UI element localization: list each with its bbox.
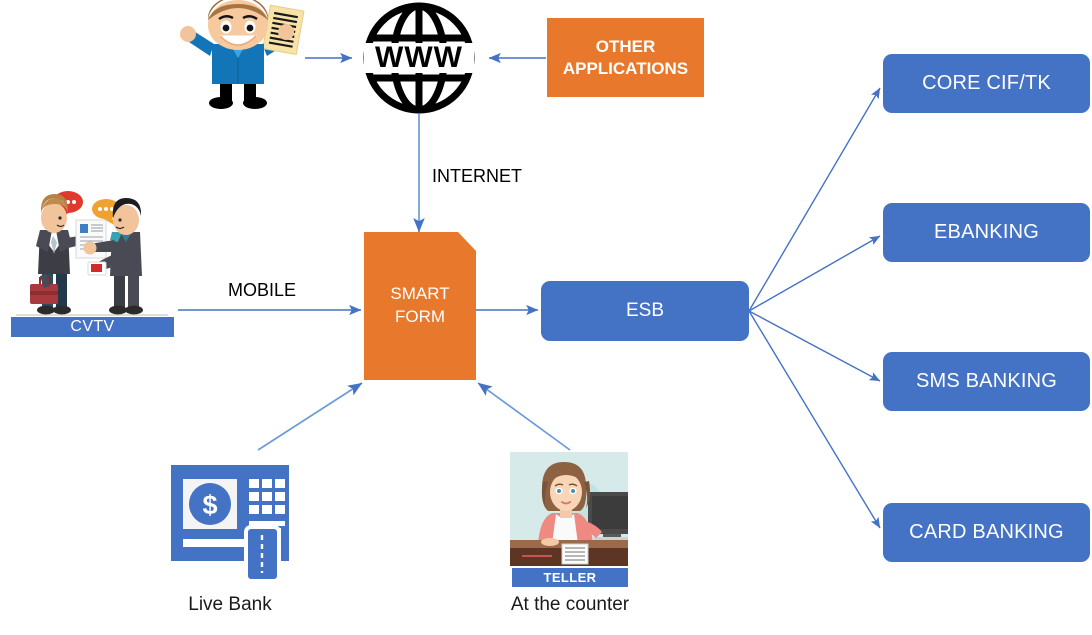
node-sms-banking[interactable]: SMS BANKING	[883, 352, 1090, 411]
cvtv-agents-illustration	[14, 182, 170, 318]
other-applications-line2: APPLICATIONS	[562, 58, 689, 78]
diagram-canvas: WWW OTHER APPLICATIONS INTERNET MOBILE C…	[0, 0, 1092, 635]
node-card-banking[interactable]: CARD BANKING	[883, 503, 1090, 562]
esb-label: ESB	[625, 300, 665, 322]
connector-esb-to-ebanking	[748, 235, 881, 312]
connector-esb-to-core	[748, 87, 881, 312]
edge-label-internet: INTERNET	[432, 166, 522, 186]
ebanking-label: EBANKING	[934, 221, 1039, 243]
node-ebanking[interactable]: EBANKING	[883, 203, 1090, 262]
teller-badge-label: TELLER	[543, 570, 597, 585]
smart-form-label: SMART FORM	[390, 283, 449, 329]
node-esb[interactable]: ESB	[541, 281, 749, 341]
sms-banking-label: SMS BANKING	[915, 370, 1058, 392]
customer-with-document-illustration	[168, 0, 308, 112]
connector-esb-to-sms	[748, 310, 881, 382]
node-other-applications[interactable]: OTHER APPLICATIONS	[547, 18, 704, 97]
live-bank-caption: Live Bank	[188, 594, 272, 615]
www-globe-icon: WWW	[360, 2, 478, 114]
connector-esb-to-card	[748, 310, 881, 529]
smart-form-line1: SMART	[390, 284, 450, 304]
connector-livebank-to-smartform	[257, 382, 363, 451]
atm-machine-icon: $	[167, 461, 293, 583]
edge-label-mobile: MOBILE	[228, 280, 297, 300]
teller-badge: TELLER	[512, 568, 628, 587]
www-globe-text: WWW	[375, 41, 463, 74]
core-cif-tk-label: CORE CIF/TK	[922, 72, 1051, 94]
at-the-counter-caption: At the counter	[510, 594, 630, 615]
node-core-cif-tk[interactable]: CORE CIF/TK	[883, 54, 1090, 113]
card-banking-label: CARD BANKING	[909, 521, 1064, 543]
connector-counter-to-smartform	[477, 382, 571, 451]
other-applications-line1: OTHER	[595, 37, 656, 57]
node-smart-form[interactable]: SMART FORM	[364, 232, 476, 380]
svg-text:$: $	[202, 490, 217, 520]
cvtv-badge: CVTV	[11, 317, 174, 337]
smart-form-line2: FORM	[394, 307, 446, 326]
cvtv-badge-label: CVTV	[70, 318, 115, 335]
teller-counter-illustration	[510, 452, 628, 566]
